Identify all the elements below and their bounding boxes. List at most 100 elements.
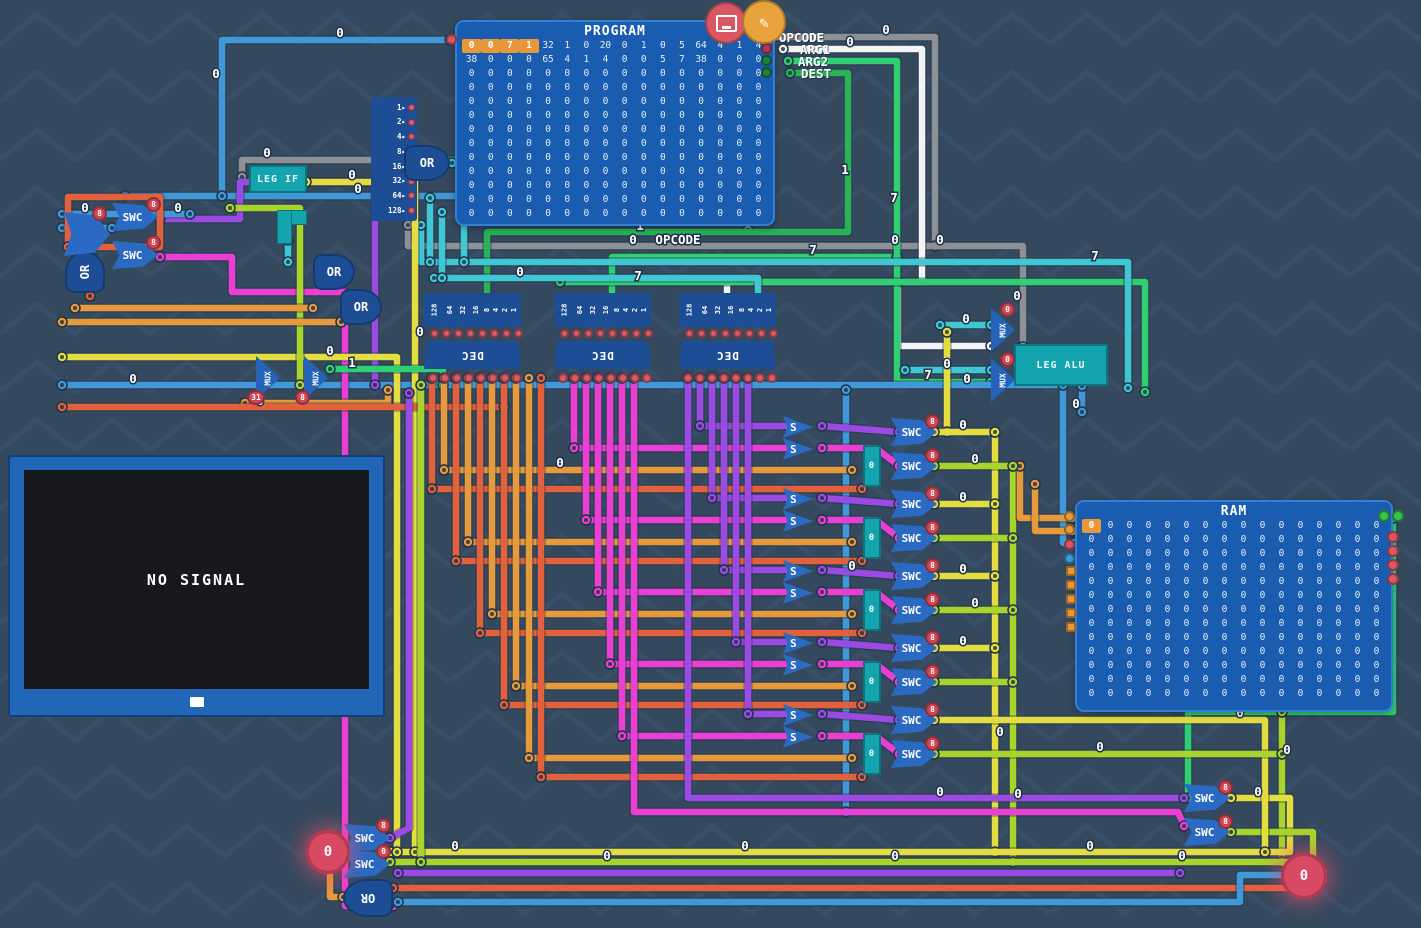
decoder-output-pin[interactable] [642,373,652,383]
maker-pin[interactable] [584,329,593,338]
pin-dot[interactable] [408,192,415,199]
pin[interactable] [1378,510,1390,522]
maker-pin[interactable] [430,329,439,338]
pin-dot[interactable] [408,104,415,111]
maker-pin[interactable] [733,329,742,338]
maker-pin[interactable] [721,329,730,338]
decoder-gate[interactable]: DEC [554,341,651,369]
decoder-output-pin[interactable] [683,373,693,383]
program-block[interactable]: PROGRAM 00713210200105644143800065414005… [455,20,775,226]
maker-pin[interactable] [478,329,487,338]
maker-pin[interactable] [502,329,511,338]
register[interactable]: 0 [863,661,881,703]
byte-maker[interactable]: 1286432168421 [554,293,651,327]
or-gate[interactable]: OR [313,254,355,290]
monitor-display[interactable]: NO SIGNAL [8,455,385,717]
maker-pin[interactable] [560,329,569,338]
pin[interactable] [446,34,457,45]
decoder-output-pin[interactable] [428,373,438,383]
pin-dot[interactable] [408,133,415,140]
ram-port[interactable] [1066,622,1076,632]
decoder-output-pin[interactable] [452,373,462,383]
register[interactable]: 0 [863,733,881,775]
decoder-output-pin[interactable] [464,373,474,383]
edit-button[interactable]: ✎ [742,0,786,44]
maker-pin[interactable] [757,329,766,338]
maker-pin[interactable] [685,329,694,338]
io-button[interactable]: 0 [1281,853,1327,899]
pin[interactable] [1387,559,1399,571]
program-button[interactable] [705,2,747,44]
pin[interactable] [1387,573,1399,585]
maker-pin[interactable] [632,329,641,338]
or-gate[interactable]: OR [404,145,450,181]
byte-maker[interactable]: 1286432168421 [424,293,521,327]
maker-pin[interactable] [608,329,617,338]
maker-pin[interactable] [620,329,629,338]
decoder-output-pin[interactable] [606,373,616,383]
decoder-output-pin[interactable] [707,373,717,383]
decoder-output-pin[interactable] [630,373,640,383]
decoder-output-pin[interactable] [719,373,729,383]
or-gate[interactable]: OR [343,879,393,917]
pin[interactable] [1064,539,1075,550]
elbow-connector[interactable] [277,210,307,244]
pin[interactable] [1064,553,1075,564]
pin-dot[interactable] [408,207,415,214]
or-gate[interactable]: OR [340,289,382,325]
pin[interactable] [1064,524,1075,535]
maker-pin[interactable] [442,329,451,338]
io-button[interactable]: 0 [306,830,350,874]
decoder-output-pin[interactable] [743,373,753,383]
pin[interactable] [1392,510,1404,522]
decoder-output-pin[interactable] [512,373,522,383]
leg-alu-box[interactable]: LEG ALU [1014,344,1108,386]
maker-pin[interactable] [769,329,778,338]
io-pin-arg1[interactable] [761,43,772,54]
maker-pin[interactable] [596,329,605,338]
decoder-output-pin[interactable] [440,373,450,383]
wire-terminal-hole [373,383,377,387]
pin[interactable] [1387,531,1399,543]
decoder-output-pin[interactable] [488,373,498,383]
decoder-output-pin[interactable] [500,373,510,383]
maker-pin[interactable] [709,329,718,338]
maker-pin[interactable] [572,329,581,338]
io-pin-arg2[interactable] [761,55,772,66]
register[interactable]: 0 [863,445,881,487]
pin[interactable] [1387,545,1399,557]
ram-port[interactable] [1066,566,1076,576]
register[interactable]: 0 [863,589,881,631]
register[interactable]: 0 [863,517,881,559]
maker-pin[interactable] [514,329,523,338]
ram-block[interactable]: RAM 000000000000000000000000000000000000… [1075,500,1393,712]
maker-pin[interactable] [490,329,499,338]
pin-dot[interactable] [408,119,415,126]
leg-if-box[interactable]: LEG IF [249,165,307,193]
decoder-output-pin[interactable] [594,373,604,383]
maker-pin[interactable] [454,329,463,338]
maker-pin[interactable] [466,329,475,338]
decoder-output-pin[interactable] [695,373,705,383]
ram-port[interactable] [1066,594,1076,604]
decoder-gate[interactable]: DEC [679,341,776,369]
decoder-output-pin[interactable] [767,373,777,383]
decoder-output-pin[interactable] [558,373,568,383]
maker-pin[interactable] [745,329,754,338]
pin[interactable] [1064,511,1075,522]
decoder-output-pin[interactable] [582,373,592,383]
or-gate[interactable]: OR [65,251,105,293]
maker-pin[interactable] [644,329,653,338]
ram-port[interactable] [1066,580,1076,590]
byte-maker[interactable]: 1286432168421 [679,293,776,327]
decoder-output-pin[interactable] [618,373,628,383]
decoder-output-pin[interactable] [755,373,765,383]
circuit-canvas[interactable]: 00000OPCODE00000077711770000000000000000… [0,0,1421,928]
decoder-output-pin[interactable] [570,373,580,383]
decoder-gate[interactable]: DEC [424,341,521,369]
maker-pin[interactable] [697,329,706,338]
ram-port[interactable] [1066,608,1076,618]
decoder-output-pin[interactable] [476,373,486,383]
decoder-output-pin[interactable] [731,373,741,383]
io-pin-dest[interactable] [761,67,772,78]
